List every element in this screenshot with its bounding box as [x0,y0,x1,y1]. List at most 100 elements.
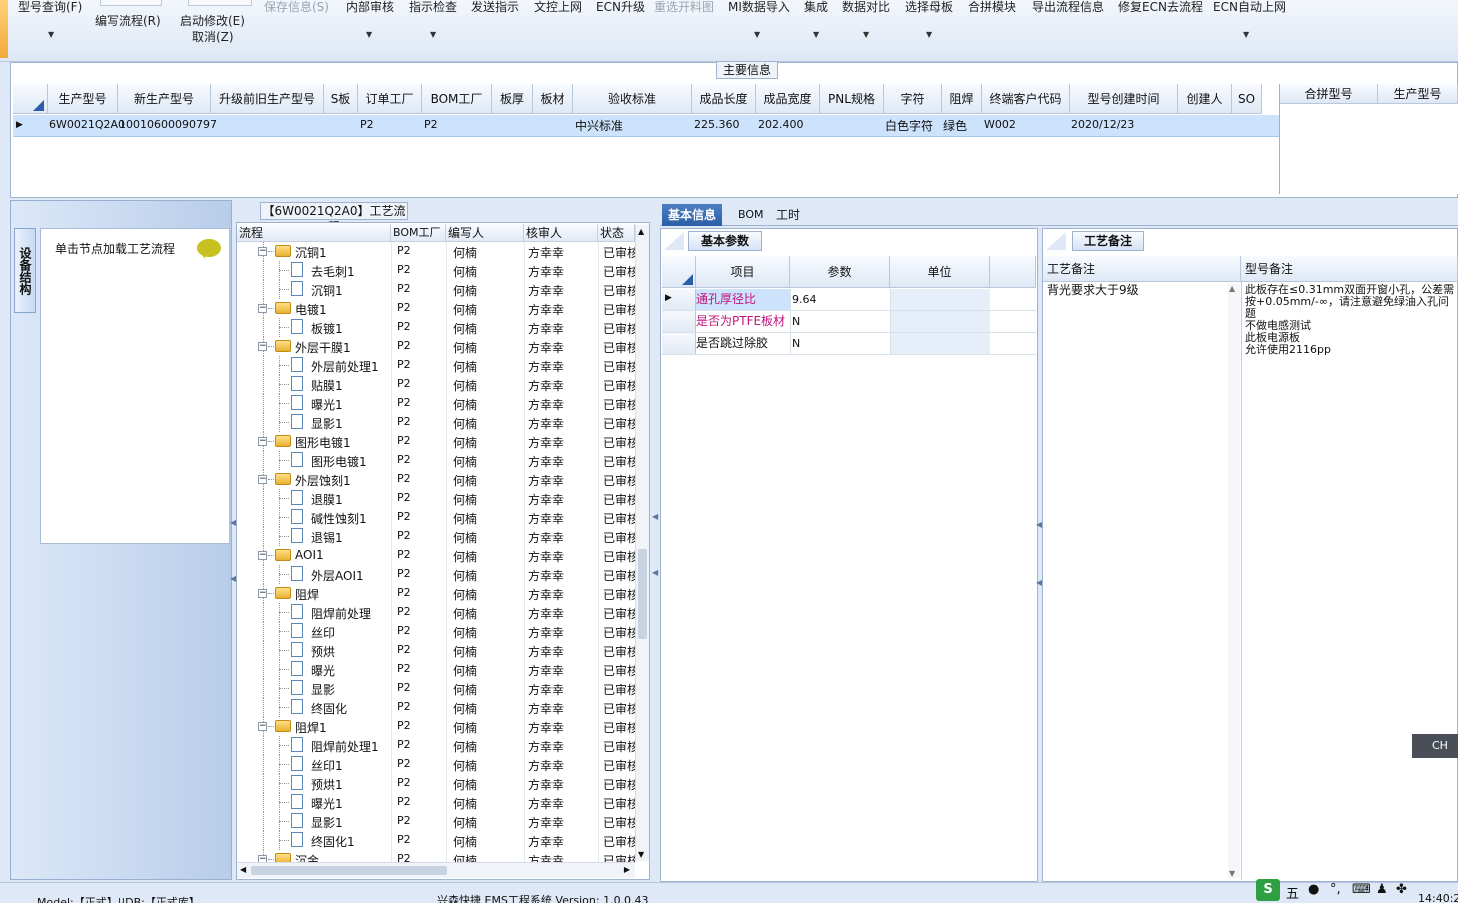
flow-row[interactable]: 丝印 P2 何楠 方幸幸 已审核 [237,622,635,641]
ime-logo-icon[interactable]: S [1256,879,1280,901]
chevron-down-icon[interactable]: ▼ [366,30,372,39]
toolbar-ecn-auto-publish[interactable]: ECN自动上网 [1213,0,1286,15]
toolbar-send-instruction[interactable]: 发送指示 [471,0,519,15]
ime-settings-icon[interactable]: ✤ [1396,882,1407,897]
col-header-bom-factory[interactable]: BOM工厂 [422,84,492,114]
col-header-created[interactable]: 型号创建时间 [1070,84,1178,114]
flow-col-header-writer[interactable]: 编写人 [446,224,524,242]
flow-row[interactable]: 板镀1 P2 何楠 方幸幸 已审核 [237,318,635,337]
flow-col-header-reviewer[interactable]: 核审人 [524,224,598,242]
toolbar-merge-module[interactable]: 合拼模块 [968,0,1016,15]
flow-row[interactable]: − AOI1 P2 何楠 方幸幸 已审核 [237,546,635,565]
col-header-solder[interactable]: 阻焊 [942,84,982,114]
chevron-down-icon[interactable]: ▼ [813,30,819,39]
flow-row[interactable]: 图形电镀1 P2 何楠 方幸幸 已审核 [237,451,635,470]
toolbar-cancel[interactable]: 取消(Z) [192,28,234,45]
param-col-header-unit[interactable]: 单位 [890,256,990,288]
flow-row[interactable]: − 外层干膜1 P2 何楠 方幸幸 已审核 [237,337,635,356]
param-title[interactable]: 基本参数 [688,231,762,251]
flow-row[interactable]: 曝光1 P2 何楠 方幸幸 已审核 [237,394,635,413]
param-unit[interactable] [890,333,990,354]
col-header-material[interactable]: 板材 [533,84,573,114]
col-header-char[interactable]: 字符 [884,84,942,114]
flow-row[interactable]: 阻焊前处理1 P2 何楠 方幸幸 已审核 [237,736,635,755]
collapse-icon[interactable]: − [258,342,267,351]
collapse-icon[interactable]: − [258,722,267,731]
toolbar-export-flow[interactable]: 导出流程信息 [1032,0,1104,15]
param-unit[interactable] [890,289,990,310]
scroll-down-icon[interactable]: ▼ [1229,869,1235,878]
col-header-standard[interactable]: 验收标准 [573,84,692,114]
param-unit[interactable] [890,311,990,332]
remark-title[interactable]: 工艺备注 [1072,231,1144,251]
toolbar-doc-publish[interactable]: 文控上网 [534,0,582,15]
scroll-up-icon[interactable]: ▲ [638,227,644,236]
toolbar-mi-import[interactable]: MI数据导入 [728,0,790,15]
flow-row[interactable]: 贴膜1 P2 何楠 方幸幸 已审核 [237,375,635,394]
toolbar-model-query[interactable]: 型号查询(F) [18,0,82,15]
flow-row[interactable]: − 阻焊1 P2 何楠 方幸幸 已审核 [237,717,635,736]
col-header-merge-model[interactable]: 合拼型号 [1280,84,1378,104]
col-header-new-model[interactable]: 新生产型号 [118,84,211,114]
ime-toolbar[interactable]: S 五 ● °, ⌨ ♟ ✤ [1256,878,1416,903]
col-header-s-board[interactable]: S板 [324,84,358,114]
chevron-down-icon[interactable]: ▼ [926,30,932,39]
tab-work-hours[interactable]: 工时 [770,204,806,226]
collapse-icon[interactable]: − [258,437,267,446]
toolbar-ecn-upgrade[interactable]: ECN升级 [596,0,645,15]
collapse-icon[interactable]: − [258,551,267,560]
flow-col-header-bom[interactable]: BOM工厂 [391,224,446,242]
tab-basic-info[interactable]: 基本信息 [662,204,723,226]
flow-row[interactable]: 曝光1 P2 何楠 方幸幸 已审核 [237,793,635,812]
vtab-equipment-structure[interactable]: 设备结构 [14,228,36,313]
collapse-icon[interactable]: − [258,589,267,598]
ime-punctuation-icon[interactable]: °, [1330,882,1341,897]
flow-row[interactable]: − 外层蚀刻1 P2 何楠 方幸幸 已审核 [237,470,635,489]
chevron-down-icon[interactable]: ▼ [48,30,54,39]
remark-col-header-model[interactable]: 型号备注 [1241,256,1458,282]
col-header-pnl[interactable]: PNL规格 [820,84,884,114]
param-value[interactable]: 9.64 [790,289,890,310]
chevron-down-icon[interactable]: ▼ [1243,30,1249,39]
toolbar-write-flow[interactable]: 编写流程(R) [95,12,161,29]
flow-row[interactable]: 终固化1 P2 何楠 方幸幸 已审核 [237,831,635,850]
scroll-thumb[interactable] [251,866,447,875]
flow-row[interactable]: 终固化 P2 何楠 方幸幸 已审核 [237,698,635,717]
param-value[interactable]: N [790,311,890,332]
toolbar-internal-review[interactable]: 内部审核 [346,0,394,15]
flow-horizontal-scrollbar[interactable]: ◀ ▶ [237,862,635,878]
flow-col-header-flow[interactable]: 流程 [237,224,391,242]
toolbar-integrate[interactable]: 集成 [804,0,828,15]
splitter-arrow-icon[interactable]: ◀ [652,512,658,521]
collapse-icon[interactable]: − [258,304,267,313]
ime-half-width-icon[interactable]: ● [1308,882,1319,897]
flow-row[interactable]: 阻焊前处理 P2 何楠 方幸幸 已审核 [237,603,635,622]
col-header-order-factory[interactable]: 订单工厂 [358,84,422,114]
flow-row[interactable]: 显影 P2 何楠 方幸幸 已审核 [237,679,635,698]
toolbar-reselect-cut-map[interactable]: 重选开料图 [654,0,714,15]
toolbar-select-motherboard[interactable]: 选择母板 [905,0,953,15]
col-header-thickness[interactable]: 板厚 [492,84,533,114]
param-col-header-value[interactable]: 参数 [790,256,890,288]
flow-row[interactable]: − 阻焊 P2 何楠 方幸幸 已审核 [237,584,635,603]
flow-row[interactable]: 显影1 P2 何楠 方幸幸 已审核 [237,812,635,831]
flow-row[interactable]: 退膜1 P2 何楠 方幸幸 已审核 [237,489,635,508]
process-remark-text[interactable]: 背光要求大于9级 [1047,284,1139,296]
col-header-length[interactable]: 成品长度 [692,84,756,114]
remark-col-header-process[interactable]: 工艺备注 [1043,256,1241,282]
col-header-so[interactable]: SO [1232,84,1262,114]
ime-user-icon[interactable]: ♟ [1376,882,1388,897]
param-row[interactable]: 是否跳过除胶 N [662,333,1036,355]
toolbar-start-edit[interactable]: 启动修改(E) [180,12,245,29]
flow-row[interactable]: 退锡1 P2 何楠 方幸幸 已审核 [237,527,635,546]
scroll-down-icon[interactable]: ▼ [638,850,644,859]
col-header-creator[interactable]: 创建人 [1178,84,1232,114]
flow-row[interactable]: 曝光 P2 何楠 方幸幸 已审核 [237,660,635,679]
toolbar-data-compare[interactable]: 数据对比 [842,0,890,15]
flow-row[interactable]: 沉铜1 P2 何楠 方幸幸 已审核 [237,280,635,299]
remark-scrollbar[interactable]: ▲ ▼ [1228,284,1240,878]
tab-bom[interactable]: BOM [732,204,770,226]
collapse-icon[interactable]: − [258,247,267,256]
chevron-down-icon[interactable]: ▼ [430,30,436,39]
scroll-thumb[interactable] [638,549,647,639]
